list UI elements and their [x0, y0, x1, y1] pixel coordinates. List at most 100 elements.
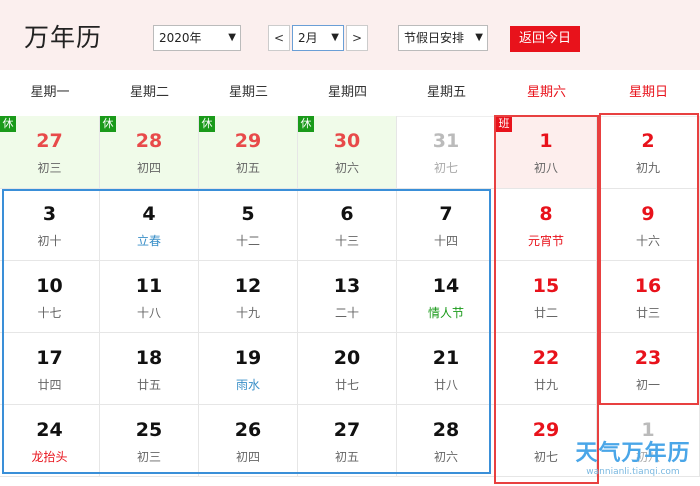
lunar-date: 初五 [235, 161, 260, 175]
day-cell[interactable]: 11 十八 [100, 261, 199, 333]
lunar-date: 情人节 [427, 306, 464, 320]
lunar-date: 初一 [635, 378, 660, 392]
lunar-date: 十九 [235, 306, 260, 320]
lunar-date: 初八 [533, 161, 558, 175]
lunar-date: 廿七 [334, 378, 359, 392]
day-number: 13 [333, 275, 361, 297]
lunar-date: 廿四 [37, 378, 62, 392]
day-number: 17 [36, 347, 63, 369]
day-cell[interactable]: 休 29 初五 [199, 116, 298, 189]
day-number: 9 [641, 203, 655, 225]
day-number: 25 [135, 419, 163, 441]
calendar-header: 万年历 2020年 ▼ < 2月 ▼ > 节假日安排 ▼ 返回今日 [0, 0, 700, 70]
chevron-down-icon: ▼ [331, 32, 339, 43]
day-number: 24 [36, 419, 63, 441]
day-cell[interactable]: 4 立春 [100, 189, 199, 261]
day-cell[interactable]: 9 十六 [597, 189, 700, 261]
lunar-date: 龙抬头 [31, 450, 68, 464]
day-number: 16 [634, 275, 662, 297]
day-cell[interactable]: 31 初七 [397, 116, 496, 189]
watermark-url: wannianli.tianqi.com [586, 467, 680, 477]
day-number: 21 [432, 347, 460, 369]
day-cell[interactable]: 27 初五 [298, 405, 397, 477]
day-cell[interactable]: 休 30 初六 [298, 116, 397, 189]
day-cell[interactable]: 班 1 初八 [496, 116, 597, 189]
day-cell[interactable]: 22 廿九 [496, 333, 597, 405]
day-cell[interactable]: 10 十七 [0, 261, 100, 333]
weekday-label: 星期三 [228, 85, 268, 100]
day-cell[interactable]: 18 廿五 [100, 333, 199, 405]
day-cell[interactable]: 23 初一 [597, 333, 700, 405]
day-cell[interactable]: 15 廿二 [496, 261, 597, 333]
day-number: 31 [432, 130, 460, 152]
day-cell[interactable]: 休 28 初四 [100, 116, 199, 189]
lunar-date: 十四 [433, 234, 458, 248]
day-number: 22 [532, 347, 560, 369]
day-number: 20 [333, 347, 361, 369]
lunar-date: 廿二 [533, 306, 558, 320]
day-number: 23 [634, 347, 662, 369]
month-select[interactable]: 2月 ▼ [292, 25, 344, 51]
day-number: 8 [539, 203, 553, 225]
day-cell[interactable]: 2 初九 [597, 116, 700, 189]
day-cell[interactable]: 28 初六 [397, 405, 496, 477]
year-select-value: 2020年 [159, 31, 202, 45]
lunar-date: 雨水 [235, 378, 260, 392]
page-title: 万年历 [24, 23, 103, 52]
holiday-select[interactable]: 节假日安排 ▼ [398, 25, 488, 51]
day-number: 27 [333, 419, 361, 441]
day-cell[interactable]: 7 十四 [397, 189, 496, 261]
day-cell[interactable]: 20 廿七 [298, 333, 397, 405]
lunar-date: 廿五 [136, 378, 161, 392]
year-select[interactable]: 2020年 ▼ [153, 25, 241, 51]
back-to-today-button[interactable]: 返回今日 [510, 26, 580, 52]
day-cell[interactable]: 21 廿八 [397, 333, 496, 405]
day-cell[interactable]: 12 十九 [199, 261, 298, 333]
lunar-date: 初六 [433, 450, 458, 464]
day-cell[interactable]: 3 初十 [0, 189, 100, 261]
day-cell[interactable]: 14 情人节 [397, 261, 496, 333]
lunar-date: 十三 [334, 234, 359, 248]
day-number: 29 [234, 130, 262, 152]
day-cell[interactable]: 13 二十 [298, 261, 397, 333]
day-cell[interactable]: 16 廿三 [597, 261, 700, 333]
day-cell[interactable]: 24 龙抬头 [0, 405, 100, 477]
day-cell[interactable]: 19 雨水 [199, 333, 298, 405]
day-number: 10 [36, 275, 63, 297]
lunar-date: 元宵节 [527, 234, 564, 248]
day-number: 7 [439, 203, 453, 225]
holiday-select-value: 节假日安排 [404, 31, 465, 45]
day-cell[interactable]: 25 初三 [100, 405, 199, 477]
day-cell[interactable]: 6 十三 [298, 189, 397, 261]
lunar-date: 立春 [136, 234, 161, 248]
day-number: 26 [234, 419, 262, 441]
lunar-date: 十六 [635, 234, 660, 248]
lunar-date: 十八 [136, 306, 161, 320]
day-number: 1 [539, 130, 553, 152]
day-cell[interactable]: 17 廿四 [0, 333, 100, 405]
day-number: 30 [333, 130, 361, 152]
day-number: 11 [135, 275, 163, 297]
day-number: 28 [432, 419, 460, 441]
weekday-header: 星期一 星期二 星期三 星期四 星期五 星期六 星期日 [0, 70, 700, 117]
lunar-date: 十二 [235, 234, 260, 248]
lunar-date: 初四 [235, 450, 260, 464]
next-month-button[interactable]: > [346, 25, 368, 51]
weekday-label: 星期日 [628, 85, 668, 100]
prev-month-button[interactable]: < [268, 25, 290, 51]
day-cell[interactable]: 26 初四 [199, 405, 298, 477]
weekday-label: 星期二 [129, 85, 169, 100]
day-number: 12 [234, 275, 262, 297]
lunar-date: 初三 [37, 161, 62, 175]
weekday-label: 星期五 [426, 85, 466, 100]
lunar-date: 廿八 [433, 378, 458, 392]
weekday-label: 星期六 [526, 85, 566, 100]
watermark: 天气万年历 wannianli.tianqi.com [568, 435, 698, 477]
day-number: 28 [135, 130, 163, 152]
day-number: 19 [234, 347, 262, 369]
lunar-date: 十七 [37, 306, 62, 320]
day-cell[interactable]: 休 27 初三 [0, 116, 100, 189]
day-cell[interactable]: 8 元宵节 [496, 189, 597, 261]
day-cell[interactable]: 5 十二 [199, 189, 298, 261]
lunar-date: 初六 [334, 161, 359, 175]
